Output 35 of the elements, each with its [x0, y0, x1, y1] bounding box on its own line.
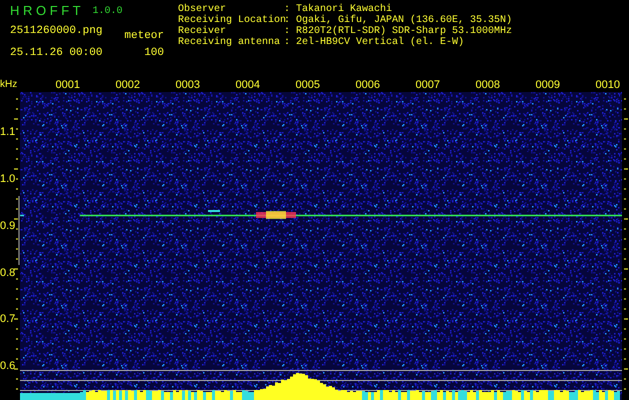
info-value: 2el-HB9CV Vertical (el. E-W): [296, 37, 464, 48]
time-axis-label: 0003: [176, 78, 200, 92]
time-axis-label: 0004: [236, 78, 260, 92]
file-name: 2511260000.png: [10, 24, 102, 39]
info-label: Observer: [178, 4, 226, 15]
info-separator: :: [284, 26, 292, 37]
time-axis-label: 0008: [476, 78, 500, 92]
info-separator: :: [284, 37, 292, 48]
time-axis-label: 0006: [356, 78, 380, 92]
frequency-axis-label: 0.6: [0, 360, 16, 372]
time-axis-label: 0010: [596, 78, 620, 92]
time-axis-label: 0005: [296, 78, 320, 92]
info-separator: :: [284, 15, 292, 26]
info-value: R820T2(RTL-SDR) SDR-Sharp 53.1000MHz: [296, 26, 512, 37]
frequency-axis-label: 1.1: [0, 126, 16, 138]
info-label: Receiving antenna: [178, 37, 282, 48]
time-axis-label: 0007: [416, 78, 440, 92]
frequency-axis-label: 0.7: [0, 313, 16, 326]
time-axis-label: 0001: [56, 78, 80, 92]
info-label: Receiver: [178, 26, 226, 37]
count-value: 100: [144, 46, 164, 61]
time-axis-label: 0002: [116, 78, 140, 92]
time-axis-label: 0009: [536, 78, 560, 92]
frequency-axis-label: 0.9: [0, 220, 16, 232]
info-value: Takanori Kawachi: [296, 4, 392, 15]
app-title: H R O F F T: [10, 3, 81, 19]
info-separator: :: [284, 4, 292, 15]
mode-label: meteor: [124, 29, 164, 43]
frequency-axis-label: 0.8: [0, 266, 16, 279]
info-label: Receiving Location: [178, 15, 284, 26]
frequency-axis-label: 1.0: [0, 172, 16, 185]
info-value: Ogaki, Gifu, JAPAN (136.60E, 35.35N): [296, 15, 512, 26]
axis-unit: kHz: [0, 78, 18, 92]
version-label: 1.0.0: [92, 5, 123, 19]
date-time: 25.11.26 00:00: [10, 46, 102, 61]
